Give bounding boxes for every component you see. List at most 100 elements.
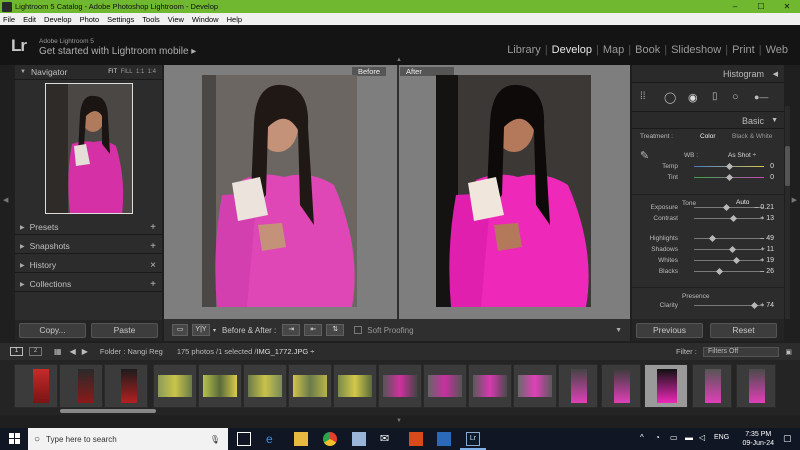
exposure-slider-handle[interactable] [723, 203, 731, 212]
soft-proofing-checkbox[interactable] [354, 326, 363, 334]
file-explorer-icon[interactable] [294, 432, 308, 446]
lightroom-taskbar-icon[interactable]: Lr [466, 432, 480, 446]
media-player-icon[interactable] [409, 432, 423, 446]
spot-removal-icon[interactable]: ◯ [664, 91, 676, 104]
film-thumb[interactable] [558, 364, 598, 408]
film-thumb[interactable] [198, 364, 242, 408]
snapshots-header[interactable]: ▶ Snapshots + [15, 239, 162, 254]
exposure-value[interactable]: – 0.21 [755, 204, 774, 211]
folder-source[interactable]: Folder : Nangi Reg [100, 347, 163, 356]
zoom-fit[interactable]: FIT [108, 69, 117, 75]
taskbar-clock[interactable]: 7:35 PM 09-Jun-24 [742, 430, 774, 448]
whites-value[interactable]: + 19 [760, 257, 774, 264]
copy-button[interactable]: Copy... [19, 323, 86, 338]
radial-filter-icon[interactable]: ○ [732, 91, 739, 103]
module-book[interactable]: Book [635, 44, 660, 56]
loupe-view-icon[interactable]: ▭ [172, 324, 188, 336]
shadows-slider-handle[interactable] [728, 245, 737, 254]
add-snapshot-icon[interactable]: + [150, 241, 156, 252]
highlights-slider-handle[interactable] [708, 234, 716, 243]
clarity-value[interactable]: + 74 [760, 302, 774, 309]
before-after-view-button[interactable]: Y|Y [192, 324, 210, 336]
secondary-window-2[interactable]: 2 [29, 347, 42, 356]
add-collection-icon[interactable]: + [150, 279, 156, 290]
contrast-slider-handle[interactable] [729, 214, 737, 223]
photos-icon[interactable] [437, 432, 451, 446]
contrast-value[interactable]: + 13 [760, 215, 774, 222]
filter-lock-icon[interactable]: ▣ [785, 348, 792, 356]
paste-button[interactable]: Paste [91, 323, 158, 338]
treatment-black-white[interactable]: Black & White [732, 133, 772, 140]
highlights-slider-track[interactable] [694, 238, 764, 239]
graduated-filter-icon[interactable]: ▯ [712, 91, 718, 102]
zoom-1-4[interactable]: 1:4 [148, 69, 156, 75]
forward-arrow-icon[interactable]: ▶ [82, 347, 88, 356]
toolbar-dropdown-icon[interactable]: ▼ [615, 327, 622, 334]
blacks-value[interactable]: – 26 [760, 268, 774, 275]
tint-value[interactable]: 0 [770, 174, 774, 181]
basic-header[interactable]: Basic ▼ [632, 111, 784, 129]
secondary-window-1[interactable]: 1 [10, 347, 23, 356]
film-thumb[interactable] [288, 364, 332, 408]
copy-after-to-before-icon[interactable]: ⇤ [304, 324, 323, 336]
module-develop[interactable]: Develop [552, 44, 592, 56]
module-map[interactable]: Map [603, 44, 624, 56]
film-thumb[interactable] [104, 364, 148, 408]
close-icon[interactable]: ✕ [774, 0, 800, 13]
film-thumb-selected[interactable] [644, 364, 688, 408]
film-thumb[interactable] [468, 364, 512, 408]
back-arrow-icon[interactable]: ◀ [70, 347, 76, 356]
menu-help[interactable]: Help [227, 15, 242, 24]
menu-develop[interactable]: Develop [44, 15, 72, 24]
tint-slider-handle[interactable] [725, 173, 733, 182]
film-thumb[interactable] [153, 364, 197, 408]
film-thumb[interactable] [14, 364, 58, 408]
left-panel-toggle-icon[interactable]: ◀ [3, 196, 8, 204]
shadows-value[interactable]: + 11 [761, 246, 774, 253]
store-icon[interactable] [352, 432, 366, 446]
menu-settings[interactable]: Settings [107, 15, 134, 24]
battery-icon[interactable]: ▬ [685, 433, 693, 442]
tray-overflow-icon[interactable]: ^ [640, 433, 644, 442]
previous-button[interactable]: Previous [636, 323, 703, 338]
wb-select[interactable]: As Shot ÷ [728, 152, 756, 159]
module-web[interactable]: Web [766, 44, 788, 56]
copy-before-to-after-icon[interactable]: ⇥ [282, 324, 301, 336]
notifications-icon[interactable]: ▢ [783, 433, 792, 444]
blacks-slider-handle[interactable] [716, 267, 724, 276]
clear-history-icon[interactable]: × [150, 260, 156, 271]
whites-slider-handle[interactable] [732, 256, 740, 265]
navigator-header[interactable]: ▼ Navigator FIT FILL 1:1 1:4 [15, 65, 162, 80]
taskbar-search[interactable]: ○ Type here to search 🎙 [28, 428, 228, 450]
clarity-slider-handle[interactable] [751, 301, 759, 310]
history-header[interactable]: ▶ History × [15, 258, 162, 273]
add-preset-icon[interactable]: + [150, 222, 156, 233]
filter-select[interactable]: Filters Off [703, 346, 779, 357]
temp-value[interactable]: 0 [770, 163, 774, 170]
task-view-icon[interactable] [237, 432, 251, 446]
mail-icon[interactable]: ✉ [380, 432, 394, 446]
film-thumb[interactable] [601, 364, 641, 408]
histogram-header[interactable]: Histogram ◀ [632, 65, 784, 83]
film-thumb[interactable] [423, 364, 467, 408]
temp-slider-handle[interactable] [725, 162, 733, 171]
film-thumb[interactable] [378, 364, 422, 408]
menu-view[interactable]: View [168, 15, 184, 24]
whites-slider-track[interactable] [694, 260, 764, 261]
filmstrip-scrollbar[interactable] [60, 409, 156, 413]
edge-icon[interactable]: e [266, 432, 280, 446]
blacks-slider-track[interactable] [694, 271, 764, 272]
windows-start-icon[interactable] [9, 433, 20, 444]
top-panel-toggle-icon[interactable]: ▲ [396, 57, 402, 63]
volume-icon[interactable]: ◁ [699, 433, 705, 442]
reset-button[interactable]: Reset [710, 323, 777, 338]
film-thumb[interactable] [243, 364, 287, 408]
minimize-icon[interactable]: – [722, 0, 748, 13]
module-print[interactable]: Print [732, 44, 755, 56]
selected-filename[interactable]: IMG_1772.JPG ÷ [256, 347, 314, 356]
right-panel-toggle-icon[interactable]: ▶ [792, 196, 797, 204]
module-slideshow[interactable]: Slideshow [671, 44, 721, 56]
white-balance-picker-icon[interactable]: ✎ [640, 149, 649, 162]
swap-before-after-icon[interactable]: ⇅ [326, 324, 345, 336]
presets-header[interactable]: ▶ Presets + [15, 220, 162, 235]
